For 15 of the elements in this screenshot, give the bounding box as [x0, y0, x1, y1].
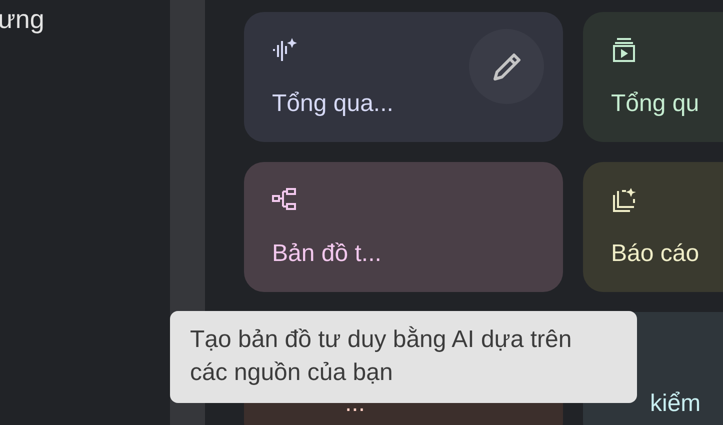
node-tree-icon — [272, 187, 298, 213]
waveform-sparkle-icon — [272, 37, 298, 63]
sidebar-text: ưng — [0, 4, 44, 35]
pages-sparkle-icon — [611, 187, 637, 213]
tool-card[interactable]: Tổng qu — [583, 12, 723, 142]
tool-card[interactable]: Bản đồ t... — [244, 162, 563, 292]
video-stack-icon — [611, 37, 637, 63]
tool-card[interactable]: Tổng qua... — [244, 12, 563, 142]
card-label: Tổng qu — [611, 90, 700, 118]
card-label: Tổng qua... — [272, 90, 394, 118]
tool-card[interactable]: Báo cáo — [583, 162, 723, 292]
card-label: Bản đồ t... — [272, 240, 382, 268]
tooltip: Tạo bản đồ tư duy bằng AI dựa trên các nguồn của bạn — [170, 311, 637, 403]
card-label: Báo cáo — [611, 240, 700, 268]
card-label: kiểm — [650, 390, 701, 418]
